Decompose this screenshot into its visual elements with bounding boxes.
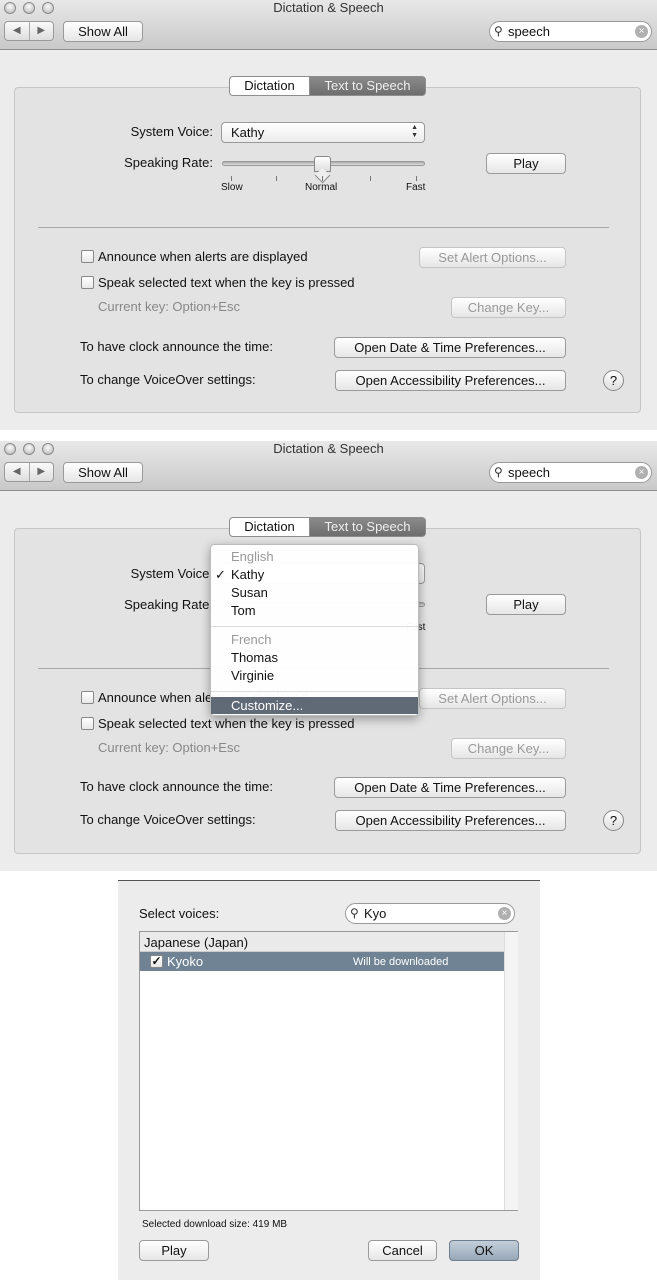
play-button[interactable]: Play <box>139 1240 209 1261</box>
voice-search-value: Kyo <box>364 906 387 921</box>
clear-search-icon[interactable]: × <box>635 25 648 38</box>
show-all-button[interactable]: Show All <box>63 21 143 42</box>
normal-label: Normal <box>305 182 338 193</box>
set-alert-options-button[interactable]: Set Alert Options... <box>419 688 566 709</box>
clear-search-icon[interactable]: × <box>498 907 511 920</box>
system-voice-label: System Voice: <box>130 124 213 139</box>
tab-dictation[interactable]: Dictation <box>229 517 310 537</box>
open-accessibility-button[interactable]: Open Accessibility Preferences... <box>335 370 566 391</box>
system-voice-popup[interactable]: Kathy ▲ ▼ <box>221 122 425 143</box>
window-title: Dictation & Speech <box>273 0 384 15</box>
play-button[interactable]: Play <box>486 153 566 174</box>
speak-selected-checkbox[interactable] <box>81 717 94 730</box>
change-key-button[interactable]: Change Key... <box>451 297 566 318</box>
slider-knob[interactable] <box>314 156 331 172</box>
prefs-window-menu-open: Dictation & Speech ◀ ▶ Show All ⚲ speech × … <box>0 441 657 871</box>
download-size: Selected download size: 419 MB <box>142 1219 288 1230</box>
menu-item-kathy[interactable]: Kathy <box>231 567 264 582</box>
ok-button[interactable]: OK <box>449 1240 519 1261</box>
current-key-label: Current key: Option+Esc <box>98 740 240 755</box>
open-date-time-button[interactable]: Open Date & Time Preferences... <box>334 337 566 358</box>
search-icon: ⚲ <box>494 465 503 479</box>
tab-dictation[interactable]: Dictation <box>229 76 310 96</box>
search-input[interactable]: ⚲ speech × <box>489 21 652 42</box>
tab-text-to-speech[interactable]: Text to Speech <box>309 517 426 537</box>
menu-item-tom[interactable]: Tom <box>231 603 256 618</box>
clock-label: To have clock announce the time: <box>80 339 273 354</box>
announce-alerts-checkbox[interactable] <box>81 250 94 263</box>
search-value: speech <box>508 465 550 480</box>
open-accessibility-button[interactable]: Open Accessibility Preferences... <box>335 810 566 831</box>
set-alert-options-button[interactable]: Set Alert Options... <box>419 247 566 268</box>
voice-list: Japanese (Japan) ✓ Kyoko Will be downloa… <box>139 931 518 1211</box>
speak-selected-label: Speak selected text when the key is pres… <box>98 716 355 731</box>
announce-alerts-label: Announce when alerts are displayed <box>98 249 308 264</box>
search-value: speech <box>508 24 550 39</box>
menu-header-french: French <box>231 632 272 647</box>
prefs-window: Dictation & Speech ◀ ▶ Show All ⚲ speech × … <box>0 0 657 430</box>
kyoko-checkbox[interactable]: ✓ <box>150 955 163 968</box>
speaking-rate-label: Speaking Rate: <box>124 155 213 170</box>
menu-item-susan[interactable]: Susan <box>231 585 268 600</box>
select-voices-label: Select voices: <box>139 906 220 921</box>
voice-search-input[interactable]: ⚲ Kyo × <box>345 903 515 924</box>
slow-label: Slow <box>221 182 243 193</box>
voice-row-kyoko[interactable]: ✓ Kyoko Will be downloaded <box>140 952 504 971</box>
search-icon: ⚲ <box>494 24 503 38</box>
tab-text-to-speech[interactable]: Text to Speech <box>309 76 426 96</box>
toolbar: Dictation & Speech ◀ ▶ Show All ⚲ speech × <box>0 441 657 491</box>
nav-buttons: ◀ ▶ <box>4 21 54 41</box>
menu-item-virginie[interactable]: Virginie <box>231 668 274 683</box>
speak-selected-label: Speak selected text when the key is pres… <box>98 275 355 290</box>
forward-button[interactable]: ▶ <box>28 22 54 40</box>
voiceover-label: To change VoiceOver settings: <box>80 812 256 827</box>
show-all-button[interactable]: Show All <box>63 462 143 483</box>
help-button[interactable]: ? <box>603 810 624 831</box>
speaking-rate-label: Speaking Rate: <box>124 597 213 612</box>
announce-alerts-checkbox[interactable] <box>81 691 94 704</box>
list-scrollbar[interactable] <box>504 932 518 1210</box>
menu-item-customize[interactable]: Customize... <box>231 698 303 713</box>
voice-status: Will be downloaded <box>353 956 449 968</box>
clock-label: To have clock announce the time: <box>80 779 273 794</box>
toolbar: Dictation & Speech ◀ ▶ Show All ⚲ speech × <box>0 0 657 50</box>
group-header: Japanese (Japan) <box>140 932 504 952</box>
voiceover-label: To change VoiceOver settings: <box>80 372 256 387</box>
system-voice-value: Kathy <box>231 125 265 140</box>
menu-item-thomas[interactable]: Thomas <box>231 650 278 665</box>
menu-separator <box>211 691 418 692</box>
search-icon: ⚲ <box>350 906 359 920</box>
menu-separator <box>211 626 418 627</box>
voice-menu: English ✓ Kathy Susan Tom French Thomas … <box>210 544 419 716</box>
voice-name: Kyoko <box>167 954 204 969</box>
back-button[interactable]: ◀ <box>5 463 29 481</box>
forward-button[interactable]: ▶ <box>28 463 54 481</box>
back-button[interactable]: ◀ <box>5 22 29 40</box>
current-key-label: Current key: Option+Esc <box>98 299 240 314</box>
select-voices-dialog: Select voices: ⚲ Kyo × Japanese (Japan) ✓ … <box>118 880 540 1280</box>
change-key-button[interactable]: Change Key... <box>451 738 566 759</box>
fast-label: Fast <box>406 182 426 193</box>
clear-search-icon[interactable]: × <box>635 466 648 479</box>
nav-buttons: ◀ ▶ <box>4 462 54 482</box>
help-button[interactable]: ? <box>603 370 624 391</box>
window-title: Dictation & Speech <box>273 441 384 456</box>
checkmark-icon: ✓ <box>215 567 226 582</box>
play-button[interactable]: Play <box>486 594 566 615</box>
speak-selected-checkbox[interactable] <box>81 276 94 289</box>
search-input[interactable]: ⚲ speech × <box>489 462 652 483</box>
open-date-time-button[interactable]: Open Date & Time Preferences... <box>334 777 566 798</box>
divider <box>38 227 609 228</box>
menu-header-english: English <box>231 549 274 564</box>
system-voice-label: System Voice: <box>130 566 213 581</box>
cancel-button[interactable]: Cancel <box>368 1240 437 1261</box>
updown-arrows-icon: ▲ ▼ <box>411 124 418 139</box>
